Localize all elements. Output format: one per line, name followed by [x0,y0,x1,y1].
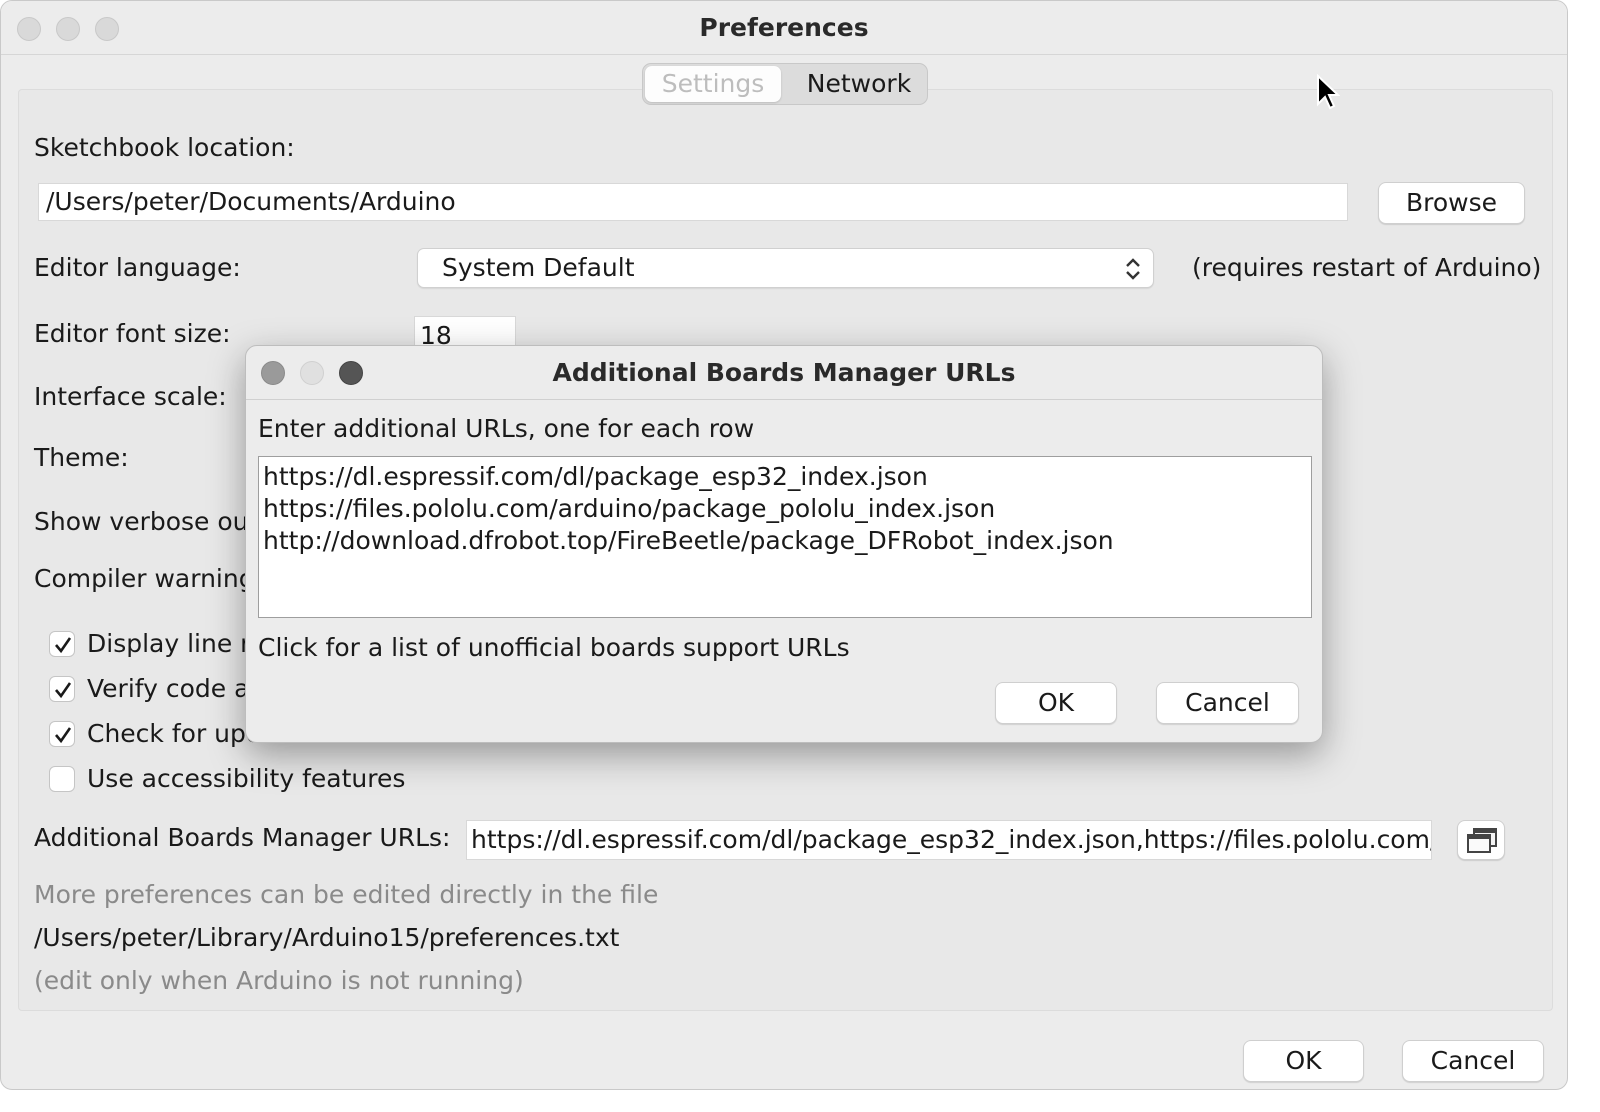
checkmark-icon [55,727,72,744]
compiler-warnings-label: Compiler warning [34,564,255,593]
verify-code-checkbox[interactable] [49,676,75,702]
dialog-title-bar: Additional Boards Manager URLs [246,346,1322,400]
urls-textarea[interactable]: https://dl.espressif.com/dl/package_esp3… [258,456,1312,618]
editor-language-value: System Default [442,253,635,282]
check-updates-label: Check for upo [87,719,262,748]
url-line: https://dl.espressif.com/dl/package_esp3… [263,462,928,491]
display-line-numbers-checkbox[interactable] [49,631,75,657]
unofficial-urls-link[interactable]: Click for a list of unofficial boards su… [258,633,850,662]
verbose-output-label: Show verbose out [34,507,259,536]
chevron-up-down-icon [1123,255,1143,283]
cancel-button[interactable]: Cancel [1402,1040,1544,1082]
checkmark-icon [55,682,72,699]
boards-urls-label: Additional Boards Manager URLs: [34,823,451,852]
title-bar: Preferences [1,1,1567,55]
url-line: http://download.dfrobot.top/FireBeetle/p… [263,526,1114,555]
more-prefs-note: More preferences can be edited directly … [34,880,659,909]
boards-urls-input[interactable]: https://dl.espressif.com/dl/package_esp3… [466,820,1432,860]
theme-label: Theme: [34,443,129,472]
url-line: https://files.pololu.com/arduino/package… [263,494,996,523]
sketchbook-location-input[interactable]: /Users/peter/Documents/Arduino [38,183,1348,221]
window-title: Preferences [699,13,869,42]
dialog-title: Additional Boards Manager URLs [552,358,1016,387]
boards-urls-dialog: Additional Boards Manager URLs Enter add… [245,345,1323,743]
accessibility-checkbox[interactable] [49,766,75,792]
ok-button[interactable]: OK [1243,1040,1364,1082]
tab-bar: Settings Network [642,63,928,105]
window-stack-icon [1467,828,1497,853]
dialog-instruction: Enter additional URLs, one for each row [258,414,755,443]
restart-note: (requires restart of Arduino) [1192,253,1542,282]
prefs-file-path: /Users/peter/Library/Arduino15/preferenc… [34,923,620,952]
tab-network[interactable]: Network [793,66,925,102]
dialog-ok-button[interactable]: OK [995,682,1117,724]
edit-note: (edit only when Arduino is not running) [34,966,524,995]
interface-scale-label: Interface scale: [34,382,227,411]
open-urls-editor-button[interactable] [1457,820,1505,860]
mouse-pointer-icon [1316,73,1341,116]
dialog-cancel-button[interactable]: Cancel [1156,682,1299,724]
accessibility-label: Use accessibility features [87,764,406,793]
editor-language-label: Editor language: [34,253,241,282]
browse-button[interactable]: Browse [1378,182,1525,224]
checkmark-icon [55,637,72,654]
display-line-numbers-label: Display line r [87,629,251,658]
font-size-label: Editor font size: [34,319,231,348]
sketchbook-label: Sketchbook location: [34,133,295,162]
editor-language-select[interactable]: System Default [417,248,1154,288]
verify-code-label: Verify code a [87,674,250,703]
check-updates-checkbox[interactable] [49,721,75,747]
tab-settings[interactable]: Settings [645,66,781,102]
